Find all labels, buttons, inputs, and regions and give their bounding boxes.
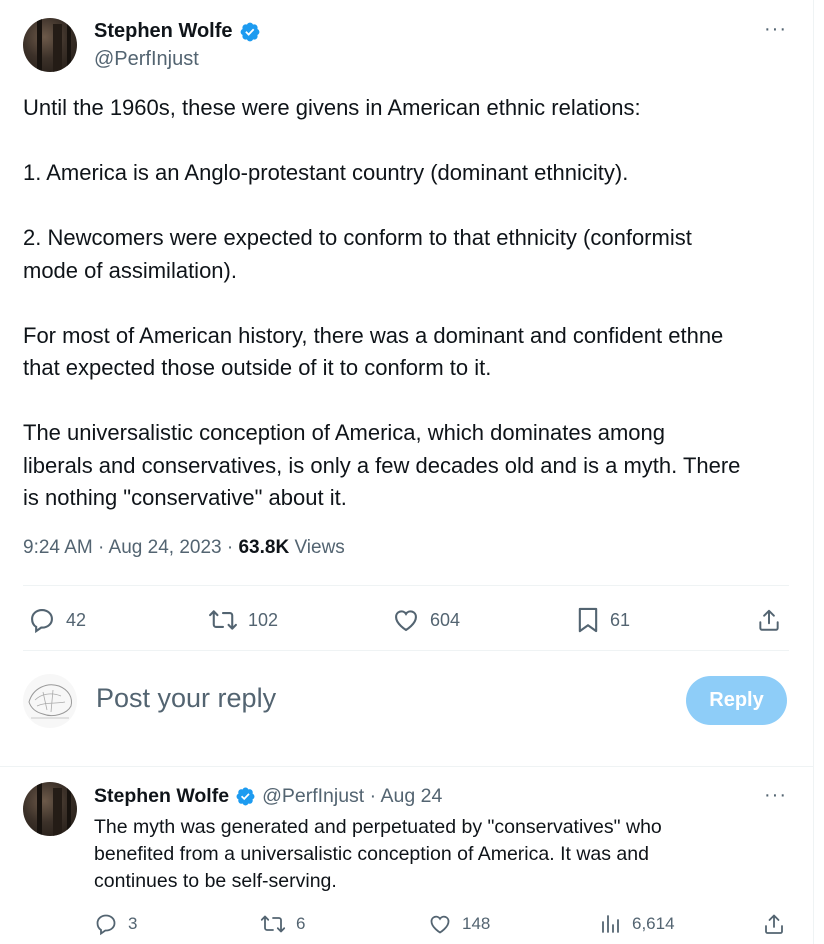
bookmark-icon <box>578 607 598 633</box>
repost-count: 102 <box>248 609 279 630</box>
views-count: 6,614 <box>632 914 675 933</box>
tweet-paragraph: For most of American history, there was … <box>23 322 724 381</box>
reply-icon <box>96 914 116 936</box>
like-count: 148 <box>462 914 491 933</box>
reply-count: 42 <box>66 609 87 630</box>
share-button[interactable] <box>756 606 782 634</box>
repost-button[interactable]: 102 <box>208 606 278 634</box>
reply-paragraph: The myth was generated and perpetuated b… <box>94 816 662 892</box>
divider <box>23 650 789 651</box>
repost-icon <box>260 915 286 933</box>
author-name-row[interactable]: Stephen Wolfe <box>94 20 261 43</box>
repost-icon <box>209 610 237 630</box>
verified-badge-icon <box>235 786 256 807</box>
like-button[interactable]: 148 <box>428 912 490 936</box>
bookmark-button[interactable]: 61 <box>576 606 630 634</box>
reply-text: The myth was generated and perpetuated b… <box>94 814 734 895</box>
like-button[interactable]: 604 <box>392 606 460 634</box>
more-icon[interactable]: ··· <box>764 785 787 805</box>
tweet-detail-page: Stephen Wolfe @PerfInjust ··· Until the … <box>0 0 824 944</box>
reply-author-row[interactable]: Stephen Wolfe @PerfInjust · Aug 24 <box>94 785 442 808</box>
verified-badge-icon <box>239 21 261 43</box>
timestamp[interactable]: 9:24 AM · Aug 24, 2023 · <box>23 537 238 559</box>
share-button[interactable] <box>762 912 786 936</box>
views-count: 63.8K <box>238 537 290 558</box>
repost-count: 6 <box>296 914 306 933</box>
author-name[interactable]: Stephen Wolfe <box>94 20 233 43</box>
divider <box>0 766 813 767</box>
bookmark-count: 61 <box>610 609 631 630</box>
views-icon <box>602 915 619 933</box>
share-icon <box>765 914 783 934</box>
like-count: 604 <box>430 609 461 630</box>
tweet-paragraph: 1. America is an Anglo-protestant countr… <box>23 160 629 185</box>
tweet-paragraph: Until the 1960s, these were givens in Am… <box>23 95 641 120</box>
share-icon <box>759 609 779 631</box>
reply-handle-date[interactable]: @PerfInjust · Aug 24 <box>262 785 442 808</box>
avatar[interactable] <box>23 782 77 836</box>
more-icon[interactable]: ··· <box>764 19 787 39</box>
tweet-meta: 9:24 AM · Aug 24, 2023 · 63.8K Views <box>23 537 345 559</box>
avatar[interactable] <box>23 674 77 728</box>
author-name[interactable]: Stephen Wolfe <box>94 785 229 808</box>
like-icon <box>430 915 450 934</box>
tweet-paragraph: 2. Newcomers were expected to conform to… <box>23 225 692 283</box>
tweet-paragraph: The universalistic conception of America… <box>23 420 741 510</box>
reply-button[interactable]: 3 <box>94 912 137 936</box>
reply-icon <box>31 609 53 634</box>
reply-input[interactable]: Post your reply <box>96 683 276 714</box>
reply-count: 3 <box>128 914 138 933</box>
repost-button[interactable]: 6 <box>260 912 305 936</box>
views-label: Views <box>289 537 345 558</box>
views-button[interactable]: 6,614 <box>598 912 675 936</box>
avatar[interactable] <box>23 18 77 72</box>
reply-submit-button[interactable]: Reply <box>686 676 787 725</box>
author-handle[interactable]: @PerfInjust <box>94 48 199 71</box>
like-icon <box>395 610 417 632</box>
divider <box>23 585 789 586</box>
column-border <box>813 0 814 944</box>
reply-button[interactable]: 42 <box>28 606 86 634</box>
tweet-text: Until the 1960s, these were givens in Am… <box>23 92 793 515</box>
